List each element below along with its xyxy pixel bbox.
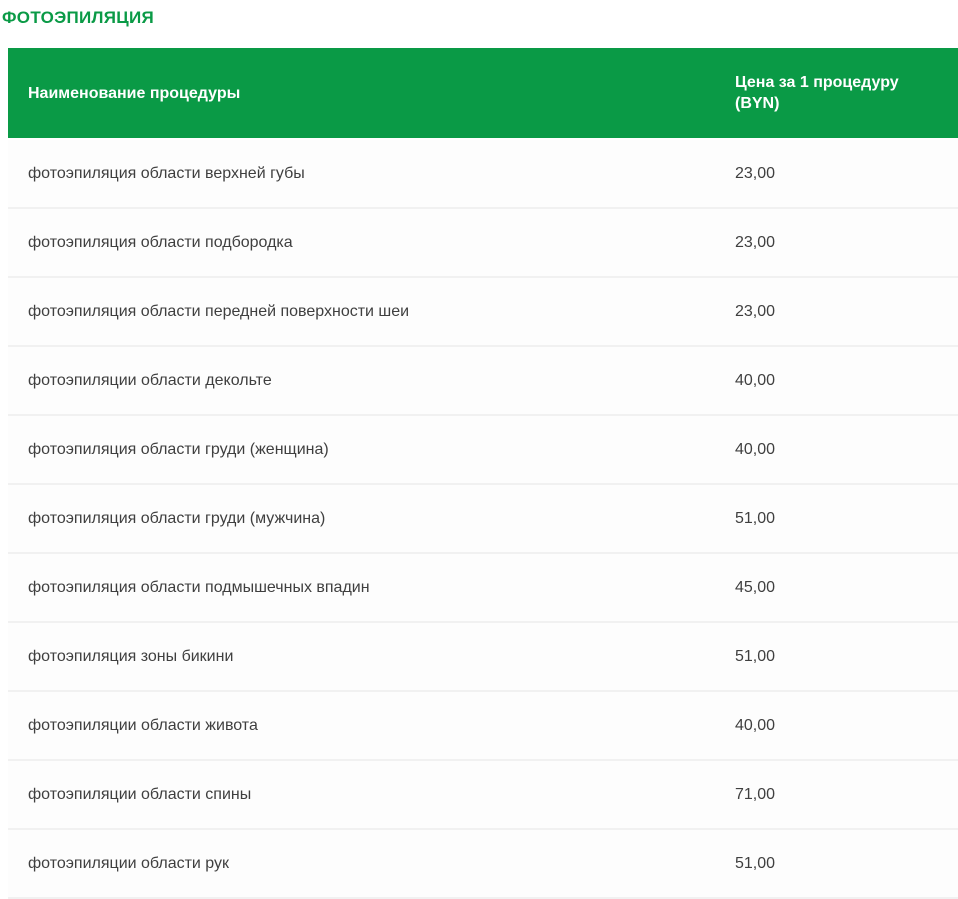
price-table-body: фотоэпиляция области верхней губы 23,00 … (8, 139, 958, 898)
price-table: Наименование процедуры Цена за 1 процеду… (8, 48, 958, 899)
table-row: фотоэпиляция области верхней губы 23,00 (8, 139, 958, 208)
procedure-price: 23,00 (715, 139, 958, 208)
procedure-price: 51,00 (715, 484, 958, 553)
procedure-name: фотоэпиляции области рук (8, 829, 715, 898)
procedure-name: фотоэпиляции области спины (8, 760, 715, 829)
column-header-procedure-name: Наименование процедуры (8, 48, 715, 139)
table-row: фотоэпиляция зоны бикини 51,00 (8, 622, 958, 691)
procedure-name: фотоэпиляция области подмышечных впадин (8, 553, 715, 622)
procedure-price: 51,00 (715, 829, 958, 898)
table-row: фотоэпиляции области спины 71,00 (8, 760, 958, 829)
procedure-price: 45,00 (715, 553, 958, 622)
procedure-name: фотоэпиляция зоны бикини (8, 622, 715, 691)
table-row: фотоэпиляции области рук 51,00 (8, 829, 958, 898)
procedure-price: 51,00 (715, 622, 958, 691)
procedure-price: 71,00 (715, 760, 958, 829)
procedure-price: 40,00 (715, 415, 958, 484)
procedure-name: фотоэпиляции области декольте (8, 346, 715, 415)
procedure-name: фотоэпиляции области живота (8, 691, 715, 760)
table-row: фотоэпиляции области живота 40,00 (8, 691, 958, 760)
procedure-price: 40,00 (715, 691, 958, 760)
table-row: фотоэпиляции области декольте 40,00 (8, 346, 958, 415)
procedure-name: фотоэпиляция области подбородка (8, 208, 715, 277)
price-table-header: Наименование процедуры Цена за 1 процеду… (8, 48, 958, 139)
header-row: Наименование процедуры Цена за 1 процеду… (8, 48, 958, 139)
column-header-price: Цена за 1 процедуру (BYN) (715, 48, 958, 139)
table-row: фотоэпиляция области передней поверхност… (8, 277, 958, 346)
procedure-name: фотоэпиляция области груди (женщина) (8, 415, 715, 484)
table-row: фотоэпиляция области подбородка 23,00 (8, 208, 958, 277)
procedure-price: 40,00 (715, 346, 958, 415)
table-row: фотоэпиляция области груди (женщина) 40,… (8, 415, 958, 484)
procedure-price: 23,00 (715, 277, 958, 346)
table-row: фотоэпиляция области груди (мужчина) 51,… (8, 484, 958, 553)
procedure-price: 23,00 (715, 208, 958, 277)
page-title: ФОТОЭПИЛЯЦИЯ (2, 7, 958, 29)
procedure-name: фотоэпиляция области верхней губы (8, 139, 715, 208)
procedure-name: фотоэпиляция области груди (мужчина) (8, 484, 715, 553)
table-row: фотоэпиляция области подмышечных впадин … (8, 553, 958, 622)
procedure-name: фотоэпиляция области передней поверхност… (8, 277, 715, 346)
